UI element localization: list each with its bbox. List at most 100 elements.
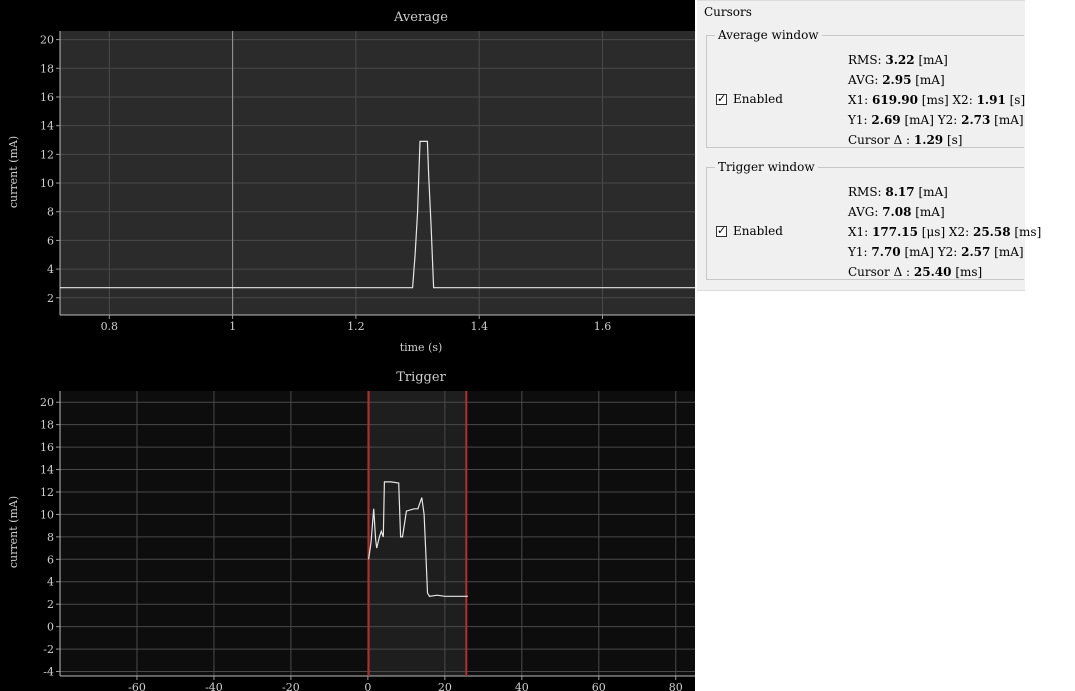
average-x-axis-label: time (s) <box>400 341 443 354</box>
trigger-avg-row: AVG: 7.08 [mA] <box>848 202 1041 222</box>
trigger-y-ticks: -4 -2 0 2 4 6 8 10 12 14 16 18 20 <box>40 396 60 679</box>
y-tick-label: 16 <box>40 441 54 454</box>
x1-unit: [μs] X2: <box>917 225 973 239</box>
delta-unit: [s] <box>943 133 963 147</box>
average-plot-title: Average <box>393 10 448 25</box>
x-tick-label: 1.2 <box>347 320 365 333</box>
rms-value: 8.17 <box>885 185 915 199</box>
y-tick-label: 6 <box>47 234 54 247</box>
y-tick-label: 0 <box>47 621 54 634</box>
average-plot[interactable]: Average 2 4 6 8 10 12 14 16 18 20 0.8 1 1.2 1.4 1.6 t… <box>7 10 695 354</box>
trigger-enabled-checkbox[interactable]: Enabled <box>716 224 783 238</box>
y1-value: 2.69 <box>871 113 901 127</box>
y-tick-label: 18 <box>40 62 54 75</box>
y1-unit: [mA] Y2: <box>900 113 962 127</box>
trigger-y-axis-label: current (mA) <box>7 496 20 568</box>
average-x-row: X1: 619.90 [ms] X2: 1.91 [s] <box>848 90 1025 110</box>
delta-value: 25.40 <box>913 265 952 279</box>
y1-label: Y1: <box>848 113 872 127</box>
plots-svg[interactable]: Average 2468101214161820 0.8 1 1.2 1.4 1.6 t… <box>0 0 695 691</box>
trigger-delta-row: Cursor Δ : 25.40 [ms] <box>848 262 1041 282</box>
y-tick-label: 4 <box>47 576 54 589</box>
average-readouts: RMS: 3.22 [mA] AVG: 2.95 [mA] X1: 619.90… <box>848 50 1025 150</box>
avg-value: 2.95 <box>882 73 912 87</box>
delta-label: Cursor Δ : <box>848 133 914 147</box>
delta-unit: [ms] <box>951 265 983 279</box>
delta-label: Cursor Δ : <box>848 265 914 279</box>
average-window-group: Average window Enabled RMS: 3.22 [mA] AV… <box>706 28 1025 150</box>
trigger-x-row: X1: 177.15 [μs] X2: 25.58 [ms] <box>848 222 1041 242</box>
trigger-x-ticks: -60 -40 -20 0 20 40 60 80 <box>128 676 683 691</box>
x1-unit: [ms] X2: <box>917 93 977 107</box>
average-x-ticks: 0.8 1 1.2 1.4 1.6 <box>101 315 612 333</box>
y-tick-label: -2 <box>43 643 54 656</box>
rms-label: RMS: <box>848 185 886 199</box>
x-tick-label: 1.6 <box>594 320 612 333</box>
x-tick-label: 20 <box>438 681 452 691</box>
y1-unit: [mA] Y2: <box>900 245 962 259</box>
trigger-enabled-label: Enabled <box>733 224 783 238</box>
x2-unit: [s] <box>1005 93 1026 107</box>
plots-area: Average 2 4 6 8 10 12 14 16 18 20 0.8 1 1.2 1.4 1.6 t… <box>0 0 695 691</box>
x-tick-label: -60 <box>128 681 146 691</box>
cursors-panel: Cursors Average window Enabled RMS: 3.22… <box>697 0 1041 291</box>
y-tick-label: 4 <box>47 263 54 276</box>
cursors-panel-title: Cursors <box>704 5 752 19</box>
y2-value: 2.73 <box>961 113 991 127</box>
trigger-window-group: Trigger window Enabled RMS: 8.17 [mA] AV… <box>706 160 1041 280</box>
y-tick-label: 10 <box>40 177 54 190</box>
rms-label: RMS: <box>848 53 886 67</box>
delta-value: 1.29 <box>913 133 944 147</box>
trigger-plot[interactable]: Trigger -4-202468101214161820 -60 -40 -20 0… <box>7 370 695 691</box>
y-tick-label: 14 <box>40 120 54 133</box>
average-rms-row: RMS: 3.22 [mA] <box>848 50 1025 70</box>
y2-unit: [mA] <box>990 245 1024 259</box>
checkbox-checked-icon[interactable] <box>716 224 727 237</box>
avg-unit: [mA] <box>911 205 945 219</box>
average-y-ticks: 2 4 6 8 10 12 14 16 18 20 <box>40 34 60 305</box>
trigger-readouts: RMS: 8.17 [mA] AVG: 7.08 [mA] X1: 177.15… <box>848 182 1041 282</box>
average-y-row: Y1: 2.69 [mA] Y2: 2.73 [mA] <box>848 110 1025 130</box>
y-tick-label: 20 <box>40 396 54 409</box>
x-tick-label: 80 <box>669 681 683 691</box>
checkbox-checked-icon[interactable] <box>716 92 727 105</box>
y-tick-label: 18 <box>40 419 54 432</box>
average-avg-row: AVG: 2.95 [mA] <box>848 70 1025 90</box>
y-tick-label: 14 <box>40 464 54 477</box>
y-tick-label: -4 <box>43 666 54 679</box>
x2-unit: [ms] <box>1010 225 1042 239</box>
y2-unit: [mA] <box>990 113 1024 127</box>
rms-unit: [mA] <box>914 53 948 67</box>
average-enabled-checkbox[interactable]: Enabled <box>716 92 783 106</box>
y1-value: 7.70 <box>871 245 901 259</box>
trigger-plot-title: Trigger <box>396 370 446 385</box>
y-tick-label: 8 <box>47 206 54 219</box>
avg-value: 7.08 <box>882 205 912 219</box>
x-tick-label: 0.8 <box>101 320 119 333</box>
x-tick-label: 60 <box>592 681 606 691</box>
trigger-rms-row: RMS: 8.17 [mA] <box>848 182 1041 202</box>
average-delta-row: Cursor Δ : 1.29 [s] <box>848 130 1025 150</box>
y-tick-label: 2 <box>47 598 54 611</box>
rms-value: 3.22 <box>885 53 915 67</box>
y-tick-label: 8 <box>47 531 54 544</box>
y-tick-label: 12 <box>40 148 54 161</box>
trigger-y-row: Y1: 7.70 [mA] Y2: 2.57 [mA] <box>848 242 1041 262</box>
average-enabled-label: Enabled <box>733 92 783 106</box>
x-tick-label: -20 <box>282 681 300 691</box>
avg-label: AVG: <box>848 73 883 87</box>
x1-value: 619.90 <box>872 93 918 107</box>
average-window-title: Average window <box>715 28 822 42</box>
average-y-axis-label: current (mA) <box>7 136 20 208</box>
y-tick-label: 12 <box>40 486 54 499</box>
x-tick-label: 40 <box>515 681 529 691</box>
x1-value: 177.15 <box>872 225 918 239</box>
y-tick-label: 16 <box>40 91 54 104</box>
rms-unit: [mA] <box>914 185 948 199</box>
y2-value: 2.57 <box>961 245 991 259</box>
y1-label: Y1: <box>848 245 872 259</box>
x1-label: X1: <box>848 225 873 239</box>
x-tick-label: 1 <box>229 320 236 333</box>
x-tick-label: -40 <box>205 681 223 691</box>
trigger-window-title: Trigger window <box>715 160 818 174</box>
